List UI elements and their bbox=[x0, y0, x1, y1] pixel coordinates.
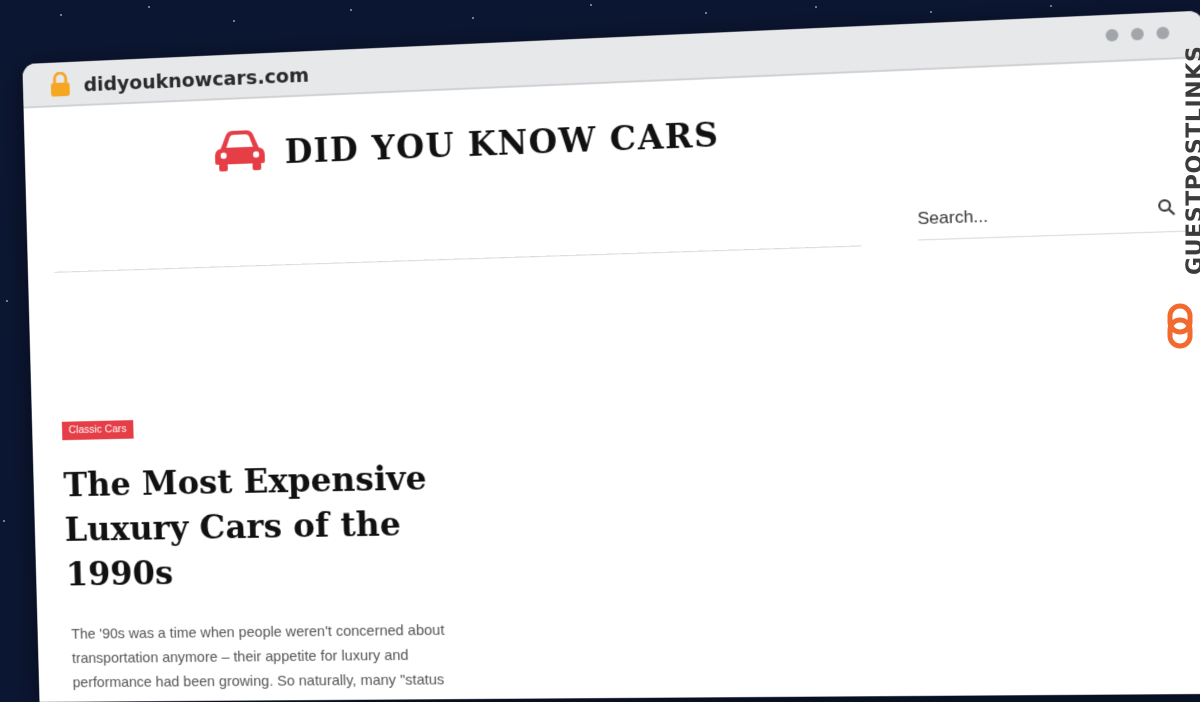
header-divider bbox=[54, 245, 862, 273]
window-dot[interactable] bbox=[1130, 27, 1144, 41]
watermark-text: GUESTPOSTLINKS bbox=[1183, 45, 1200, 275]
browser-mockup: didyouknowcars.com DID YOU KNOW CARS Sea… bbox=[14, 0, 1200, 702]
browser-window: didyouknowcars.com DID YOU KNOW CARS Sea… bbox=[22, 10, 1200, 702]
link-icon bbox=[1167, 303, 1193, 349]
article-excerpt: The '90s was a time when people weren't … bbox=[71, 621, 445, 692]
star bbox=[60, 14, 62, 16]
star bbox=[148, 6, 150, 8]
lock-icon bbox=[49, 72, 72, 97]
star bbox=[6, 300, 8, 302]
site-title[interactable]: DID YOU KNOW CARS bbox=[284, 115, 720, 171]
page-content: DID YOU KNOW CARS Classic Cars The Most … bbox=[24, 58, 1200, 702]
category-badge[interactable]: Classic Cars bbox=[61, 420, 134, 441]
star bbox=[3, 520, 5, 522]
address-bar-url[interactable]: didyouknowcars.com bbox=[83, 63, 309, 96]
window-dot[interactable] bbox=[1156, 26, 1170, 40]
window-dot[interactable] bbox=[1105, 28, 1119, 42]
search-input[interactable] bbox=[917, 194, 1149, 236]
car-icon[interactable] bbox=[212, 128, 267, 173]
article-title[interactable]: The Most Expensive Luxury Cars of the 19… bbox=[63, 455, 449, 597]
